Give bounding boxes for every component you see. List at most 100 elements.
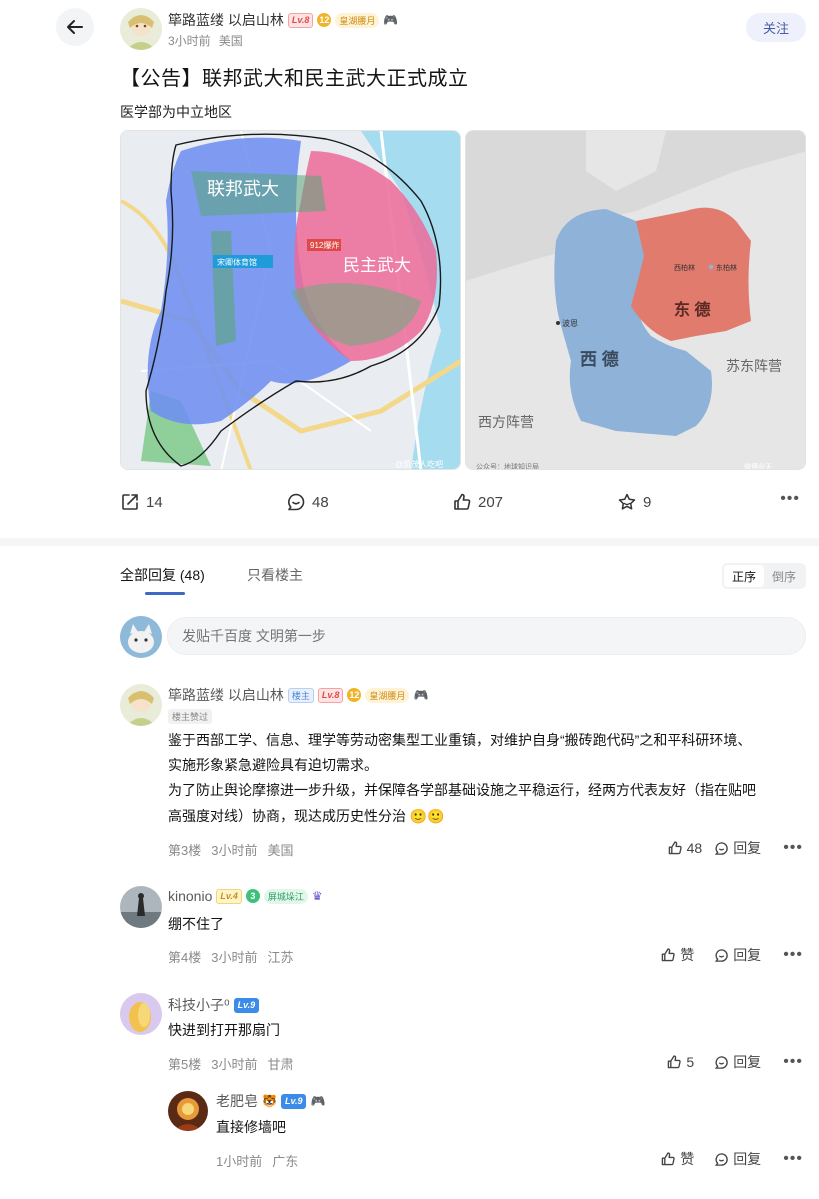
comment-text-line: 鉴于西部工学、信息、理学等劳动密集型工业重镇，对维护自身“搬砖跑代码”之和平科研… xyxy=(168,732,752,748)
thumbs-up-icon xyxy=(668,841,682,855)
comment-actions: 赞 回复 ••• xyxy=(660,945,803,965)
subreply-avatar[interactable] xyxy=(168,1091,208,1131)
thumbs-up-icon xyxy=(661,948,675,962)
comment-time: 3小时前 xyxy=(211,1057,258,1072)
owner-tag: 楼主 xyxy=(287,687,314,703)
comment-like-button[interactable]: 5 xyxy=(666,1054,694,1070)
germany-map-image[interactable]: 西 德 东 德 西方阵营 苏东阵营 波恩 西柏林 东柏林 公众号：地球知识局 微… xyxy=(465,130,806,470)
comment-reply-button[interactable]: 回复 xyxy=(714,1052,761,1072)
post-body: 医学部为中立地区 xyxy=(120,104,232,120)
comment-reply-button[interactable]: 回复 xyxy=(714,945,761,965)
comment-more-button[interactable]: ••• xyxy=(783,946,803,964)
comment-meta: 第5楼 3小时前 甘肃 xyxy=(168,1054,293,1073)
level-badge: Lv.9 xyxy=(233,997,260,1013)
comment-like-count: 5 xyxy=(686,1054,695,1070)
share-action[interactable]: 14 xyxy=(120,492,163,512)
comment-author-name[interactable]: 科技小子⁰ xyxy=(168,995,230,1015)
star-action[interactable]: 9 xyxy=(617,492,651,512)
comment-avatar[interactable] xyxy=(120,684,162,726)
comment-actions: 48 回复 ••• xyxy=(667,838,803,858)
subreply-meta: 1小时前 广东 xyxy=(216,1151,298,1170)
east-camp-label: 苏东阵营 xyxy=(726,358,782,374)
comment-location: 美国 xyxy=(267,843,294,858)
floor-number: 第5楼 xyxy=(168,1057,202,1072)
subreply-reply-button[interactable]: 回复 xyxy=(714,1149,761,1169)
comment-text-line: 高强度对线）协商，现达成历史性分治 🙂🙂 xyxy=(168,808,445,824)
subreply-like-button[interactable]: 赞 xyxy=(660,1149,694,1169)
comment-author: 科技小子⁰ Lv.9 xyxy=(168,995,260,1015)
comment-like-label: 赞 xyxy=(680,947,695,963)
game-controller-icon: 🎮 xyxy=(383,13,399,27)
like-count: 207 xyxy=(478,493,504,511)
post-meta: 3小时前 美国 xyxy=(168,32,243,49)
thumbs-up-icon xyxy=(661,1152,675,1166)
level-badge: Lv.4 xyxy=(216,888,242,904)
west-berlin-label: 西柏林 xyxy=(674,263,695,272)
comment-more-button[interactable]: ••• xyxy=(783,1053,803,1071)
author-avatar[interactable] xyxy=(120,8,162,50)
current-user-avatar xyxy=(120,616,162,658)
reply-bubble-icon xyxy=(715,948,728,962)
tab-owner-only[interactable]: 只看楼主 xyxy=(247,565,303,585)
member-badge: 皇湖腰月 xyxy=(365,687,410,703)
comment-icon xyxy=(288,493,305,511)
comment-reply-label: 回复 xyxy=(733,840,762,856)
reply-bubble-icon xyxy=(715,1152,728,1166)
author-info: 筚路蓝缕 以启山林 Lv.8 12 皇湖腰月 🎮 xyxy=(168,10,398,30)
comment-like-button[interactable]: 赞 xyxy=(660,945,694,965)
post-title: 【公告】联邦武大和民主武大正式成立 xyxy=(120,68,469,90)
sort-descending-option[interactable]: 倒序 xyxy=(764,565,804,587)
game-controller-icon: 🎮 xyxy=(310,1094,326,1108)
comment-author-name[interactable]: kinonio xyxy=(168,888,212,904)
level-badge: Lv.8 xyxy=(287,12,314,28)
map-source: 公众号：地球知识局 xyxy=(476,462,539,470)
subreply-author-name[interactable]: 老肥皂 xyxy=(216,1091,258,1111)
comment-avatar[interactable] xyxy=(120,993,162,1035)
trophy-icon: ♛ xyxy=(311,889,323,903)
subreply-like-label: 赞 xyxy=(680,1151,695,1167)
follow-button[interactable]: 关注 xyxy=(746,13,806,42)
comment-reply-button[interactable]: 回复 xyxy=(714,838,761,858)
post-time: 3小时前 xyxy=(168,34,211,48)
like-action[interactable]: 207 xyxy=(452,492,503,512)
comment-avatar[interactable] xyxy=(120,886,162,928)
comment-author: 筚路蓝缕 以启山林 楼主 Lv.8 12 皇湖腰月 🎮 xyxy=(168,685,428,705)
campus-map-image[interactable]: 联邦武大 民主武大 宋卿体育馆 912爆炸 @凯茂人吃吧 xyxy=(120,130,461,470)
post-more-button[interactable]: ••• xyxy=(780,490,800,508)
back-button[interactable] xyxy=(56,8,94,46)
floor-number: 第4楼 xyxy=(168,950,202,965)
comment-reply-label: 回复 xyxy=(733,1054,762,1070)
subreply-reply-label: 回复 xyxy=(733,1151,762,1167)
subreply-time: 1小时前 xyxy=(216,1154,263,1169)
reply-bubble-icon xyxy=(715,841,728,855)
germany-map-graphic: 西 德 东 德 西方阵营 苏东阵营 波恩 西柏林 东柏林 公众号：地球知识局 微… xyxy=(466,131,805,470)
comment-more-button[interactable]: ••• xyxy=(783,839,803,857)
map-source-right: 微博@天 xyxy=(744,462,772,470)
west-germany-label: 西 德 xyxy=(580,349,619,369)
share-count: 14 xyxy=(146,493,163,511)
map-watermark: @凯茂人吃吧 xyxy=(395,459,443,469)
star-count: 9 xyxy=(643,493,652,511)
poi-blast-label: 912爆炸 xyxy=(310,240,339,250)
tab-all-replies[interactable]: 全部回复 (48) xyxy=(120,565,205,585)
poi-gym-label: 宋卿体育馆 xyxy=(217,257,257,267)
sort-ascending-option[interactable]: 正序 xyxy=(724,565,764,587)
west-camp-label: 西方阵营 xyxy=(478,414,534,430)
subreply-text-line: 直接修墙吧 xyxy=(216,1119,286,1135)
author-name[interactable]: 筚路蓝缕 以启山林 xyxy=(168,10,284,30)
floor-number: 第3楼 xyxy=(168,843,202,858)
tiger-icon: 🐯 xyxy=(262,1094,277,1108)
comment-location: 甘肃 xyxy=(267,1057,294,1072)
member-badge: 屏城垛江 xyxy=(263,888,308,904)
comment-actions: 5 回复 ••• xyxy=(666,1052,803,1072)
comment-text-line: 为了防止舆论摩擦进一步升级，并保障各学部基础设施之平稳运行，经两方代表友好（指在… xyxy=(168,782,756,798)
comment-action[interactable]: 48 xyxy=(286,492,329,512)
subreply-more-button[interactable]: ••• xyxy=(783,1150,803,1168)
reply-bubble-icon xyxy=(715,1055,728,1069)
reply-input[interactable] xyxy=(167,617,806,655)
level-badge: Lv.8 xyxy=(317,687,344,703)
member-medal-icon: 12 xyxy=(347,688,362,702)
comment-author-name[interactable]: 筚路蓝缕 以启山林 xyxy=(168,685,284,705)
subreply-actions: 赞 回复 ••• xyxy=(660,1149,803,1169)
comment-like-button[interactable]: 48 xyxy=(667,840,702,856)
